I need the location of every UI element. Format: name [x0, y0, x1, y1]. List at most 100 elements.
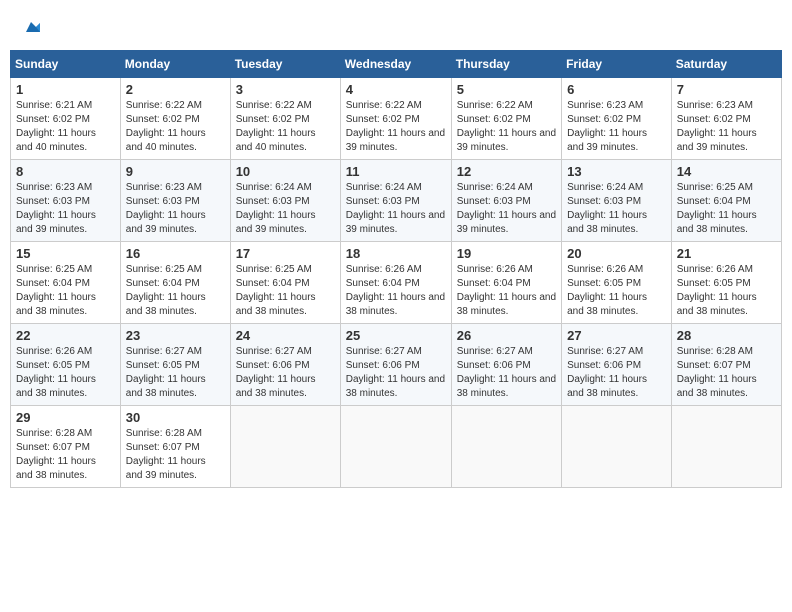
- sunrise-text: Sunrise: 6:26 AM: [457, 263, 556, 277]
- sunset-text: Sunset: 6:02 PM: [567, 113, 666, 127]
- daylight-text: Daylight: 11 hours and 38 minutes.: [346, 291, 446, 319]
- sunset-text: Sunset: 6:03 PM: [346, 195, 446, 209]
- sunset-text: Sunset: 6:04 PM: [677, 195, 776, 209]
- sunrise-text: Sunrise: 6:24 AM: [236, 181, 335, 195]
- calendar-week-3: 15 Sunrise: 6:25 AM Sunset: 6:04 PM Dayl…: [11, 242, 782, 324]
- day-number: 5: [457, 82, 556, 97]
- daylight-text: Daylight: 11 hours and 38 minutes.: [126, 373, 225, 401]
- calendar-cell: 18 Sunrise: 6:26 AM Sunset: 6:04 PM Dayl…: [340, 242, 451, 324]
- day-number: 3: [236, 82, 335, 97]
- sunrise-text: Sunrise: 6:23 AM: [126, 181, 225, 195]
- calendar-cell: 7 Sunrise: 6:23 AM Sunset: 6:02 PM Dayli…: [671, 78, 781, 160]
- daylight-text: Daylight: 11 hours and 40 minutes.: [236, 127, 335, 155]
- daylight-text: Daylight: 11 hours and 38 minutes.: [567, 291, 666, 319]
- sunrise-text: Sunrise: 6:26 AM: [346, 263, 446, 277]
- day-number: 7: [677, 82, 776, 97]
- logo-icon: [22, 18, 40, 36]
- sunset-text: Sunset: 6:02 PM: [236, 113, 335, 127]
- daylight-text: Daylight: 11 hours and 39 minutes.: [346, 209, 446, 237]
- location-title: [10, 40, 782, 50]
- sunset-text: Sunset: 6:04 PM: [236, 277, 335, 291]
- calendar-week-1: 1 Sunrise: 6:21 AM Sunset: 6:02 PM Dayli…: [11, 78, 782, 160]
- day-number: 2: [126, 82, 225, 97]
- day-info: Sunrise: 6:26 AM Sunset: 6:05 PM Dayligh…: [16, 345, 115, 401]
- calendar-cell: 9 Sunrise: 6:23 AM Sunset: 6:03 PM Dayli…: [120, 160, 230, 242]
- calendar-cell: 30 Sunrise: 6:28 AM Sunset: 6:07 PM Dayl…: [120, 406, 230, 488]
- day-number: 23: [126, 328, 225, 343]
- day-number: 12: [457, 164, 556, 179]
- day-info: Sunrise: 6:27 AM Sunset: 6:06 PM Dayligh…: [567, 345, 666, 401]
- daylight-text: Daylight: 11 hours and 39 minutes.: [236, 209, 335, 237]
- calendar-cell: [562, 406, 672, 488]
- sunrise-text: Sunrise: 6:28 AM: [126, 427, 225, 441]
- calendar-cell: 24 Sunrise: 6:27 AM Sunset: 6:06 PM Dayl…: [230, 324, 340, 406]
- day-info: Sunrise: 6:24 AM Sunset: 6:03 PM Dayligh…: [236, 181, 335, 237]
- sunset-text: Sunset: 6:03 PM: [126, 195, 225, 209]
- calendar-week-4: 22 Sunrise: 6:26 AM Sunset: 6:05 PM Dayl…: [11, 324, 782, 406]
- day-number: 10: [236, 164, 335, 179]
- sunset-text: Sunset: 6:03 PM: [236, 195, 335, 209]
- logo: [20, 18, 40, 36]
- day-number: 20: [567, 246, 666, 261]
- calendar-cell: 21 Sunrise: 6:26 AM Sunset: 6:05 PM Dayl…: [671, 242, 781, 324]
- sunset-text: Sunset: 6:05 PM: [16, 359, 115, 373]
- daylight-text: Daylight: 11 hours and 39 minutes.: [16, 209, 115, 237]
- sunset-text: Sunset: 6:04 PM: [457, 277, 556, 291]
- daylight-text: Daylight: 11 hours and 38 minutes.: [677, 291, 776, 319]
- sunrise-text: Sunrise: 6:27 AM: [457, 345, 556, 359]
- sunset-text: Sunset: 6:05 PM: [567, 277, 666, 291]
- sunrise-text: Sunrise: 6:23 AM: [16, 181, 115, 195]
- sunrise-text: Sunrise: 6:28 AM: [16, 427, 115, 441]
- calendar-cell: 15 Sunrise: 6:25 AM Sunset: 6:04 PM Dayl…: [11, 242, 121, 324]
- daylight-text: Daylight: 11 hours and 40 minutes.: [16, 127, 115, 155]
- calendar-week-2: 8 Sunrise: 6:23 AM Sunset: 6:03 PM Dayli…: [11, 160, 782, 242]
- day-info: Sunrise: 6:23 AM Sunset: 6:02 PM Dayligh…: [567, 99, 666, 155]
- sunset-text: Sunset: 6:04 PM: [346, 277, 446, 291]
- sunrise-text: Sunrise: 6:25 AM: [126, 263, 225, 277]
- calendar-cell: 10 Sunrise: 6:24 AM Sunset: 6:03 PM Dayl…: [230, 160, 340, 242]
- daylight-text: Daylight: 11 hours and 38 minutes.: [567, 373, 666, 401]
- sunrise-text: Sunrise: 6:23 AM: [677, 99, 776, 113]
- daylight-text: Daylight: 11 hours and 38 minutes.: [677, 209, 776, 237]
- day-info: Sunrise: 6:21 AM Sunset: 6:02 PM Dayligh…: [16, 99, 115, 155]
- daylight-text: Daylight: 11 hours and 38 minutes.: [16, 455, 115, 483]
- day-info: Sunrise: 6:23 AM Sunset: 6:03 PM Dayligh…: [126, 181, 225, 237]
- sunset-text: Sunset: 6:02 PM: [16, 113, 115, 127]
- day-number: 11: [346, 164, 446, 179]
- sunset-text: Sunset: 6:03 PM: [16, 195, 115, 209]
- daylight-text: Daylight: 11 hours and 38 minutes.: [126, 291, 225, 319]
- day-number: 13: [567, 164, 666, 179]
- day-number: 14: [677, 164, 776, 179]
- day-header-sunday: Sunday: [11, 51, 121, 78]
- day-number: 4: [346, 82, 446, 97]
- day-number: 22: [16, 328, 115, 343]
- day-header-friday: Friday: [562, 51, 672, 78]
- day-info: Sunrise: 6:22 AM Sunset: 6:02 PM Dayligh…: [126, 99, 225, 155]
- calendar-cell: 11 Sunrise: 6:24 AM Sunset: 6:03 PM Dayl…: [340, 160, 451, 242]
- day-number: 25: [346, 328, 446, 343]
- sunset-text: Sunset: 6:04 PM: [126, 277, 225, 291]
- day-info: Sunrise: 6:26 AM Sunset: 6:04 PM Dayligh…: [346, 263, 446, 319]
- day-info: Sunrise: 6:24 AM Sunset: 6:03 PM Dayligh…: [346, 181, 446, 237]
- day-info: Sunrise: 6:27 AM Sunset: 6:06 PM Dayligh…: [457, 345, 556, 401]
- sunrise-text: Sunrise: 6:23 AM: [567, 99, 666, 113]
- sunrise-text: Sunrise: 6:24 AM: [346, 181, 446, 195]
- sunset-text: Sunset: 6:04 PM: [16, 277, 115, 291]
- day-info: Sunrise: 6:23 AM Sunset: 6:02 PM Dayligh…: [677, 99, 776, 155]
- day-number: 1: [16, 82, 115, 97]
- calendar-cell: 16 Sunrise: 6:25 AM Sunset: 6:04 PM Dayl…: [120, 242, 230, 324]
- sunset-text: Sunset: 6:07 PM: [16, 441, 115, 455]
- header-area: [10, 10, 782, 40]
- calendar-cell: [671, 406, 781, 488]
- day-number: 30: [126, 410, 225, 425]
- day-info: Sunrise: 6:22 AM Sunset: 6:02 PM Dayligh…: [236, 99, 335, 155]
- calendar-cell: 19 Sunrise: 6:26 AM Sunset: 6:04 PM Dayl…: [451, 242, 561, 324]
- calendar-week-5: 29 Sunrise: 6:28 AM Sunset: 6:07 PM Dayl…: [11, 406, 782, 488]
- day-number: 29: [16, 410, 115, 425]
- daylight-text: Daylight: 11 hours and 38 minutes.: [677, 373, 776, 401]
- day-info: Sunrise: 6:26 AM Sunset: 6:05 PM Dayligh…: [677, 263, 776, 319]
- daylight-text: Daylight: 11 hours and 38 minutes.: [567, 209, 666, 237]
- day-info: Sunrise: 6:25 AM Sunset: 6:04 PM Dayligh…: [126, 263, 225, 319]
- daylight-text: Daylight: 11 hours and 38 minutes.: [346, 373, 446, 401]
- day-header-saturday: Saturday: [671, 51, 781, 78]
